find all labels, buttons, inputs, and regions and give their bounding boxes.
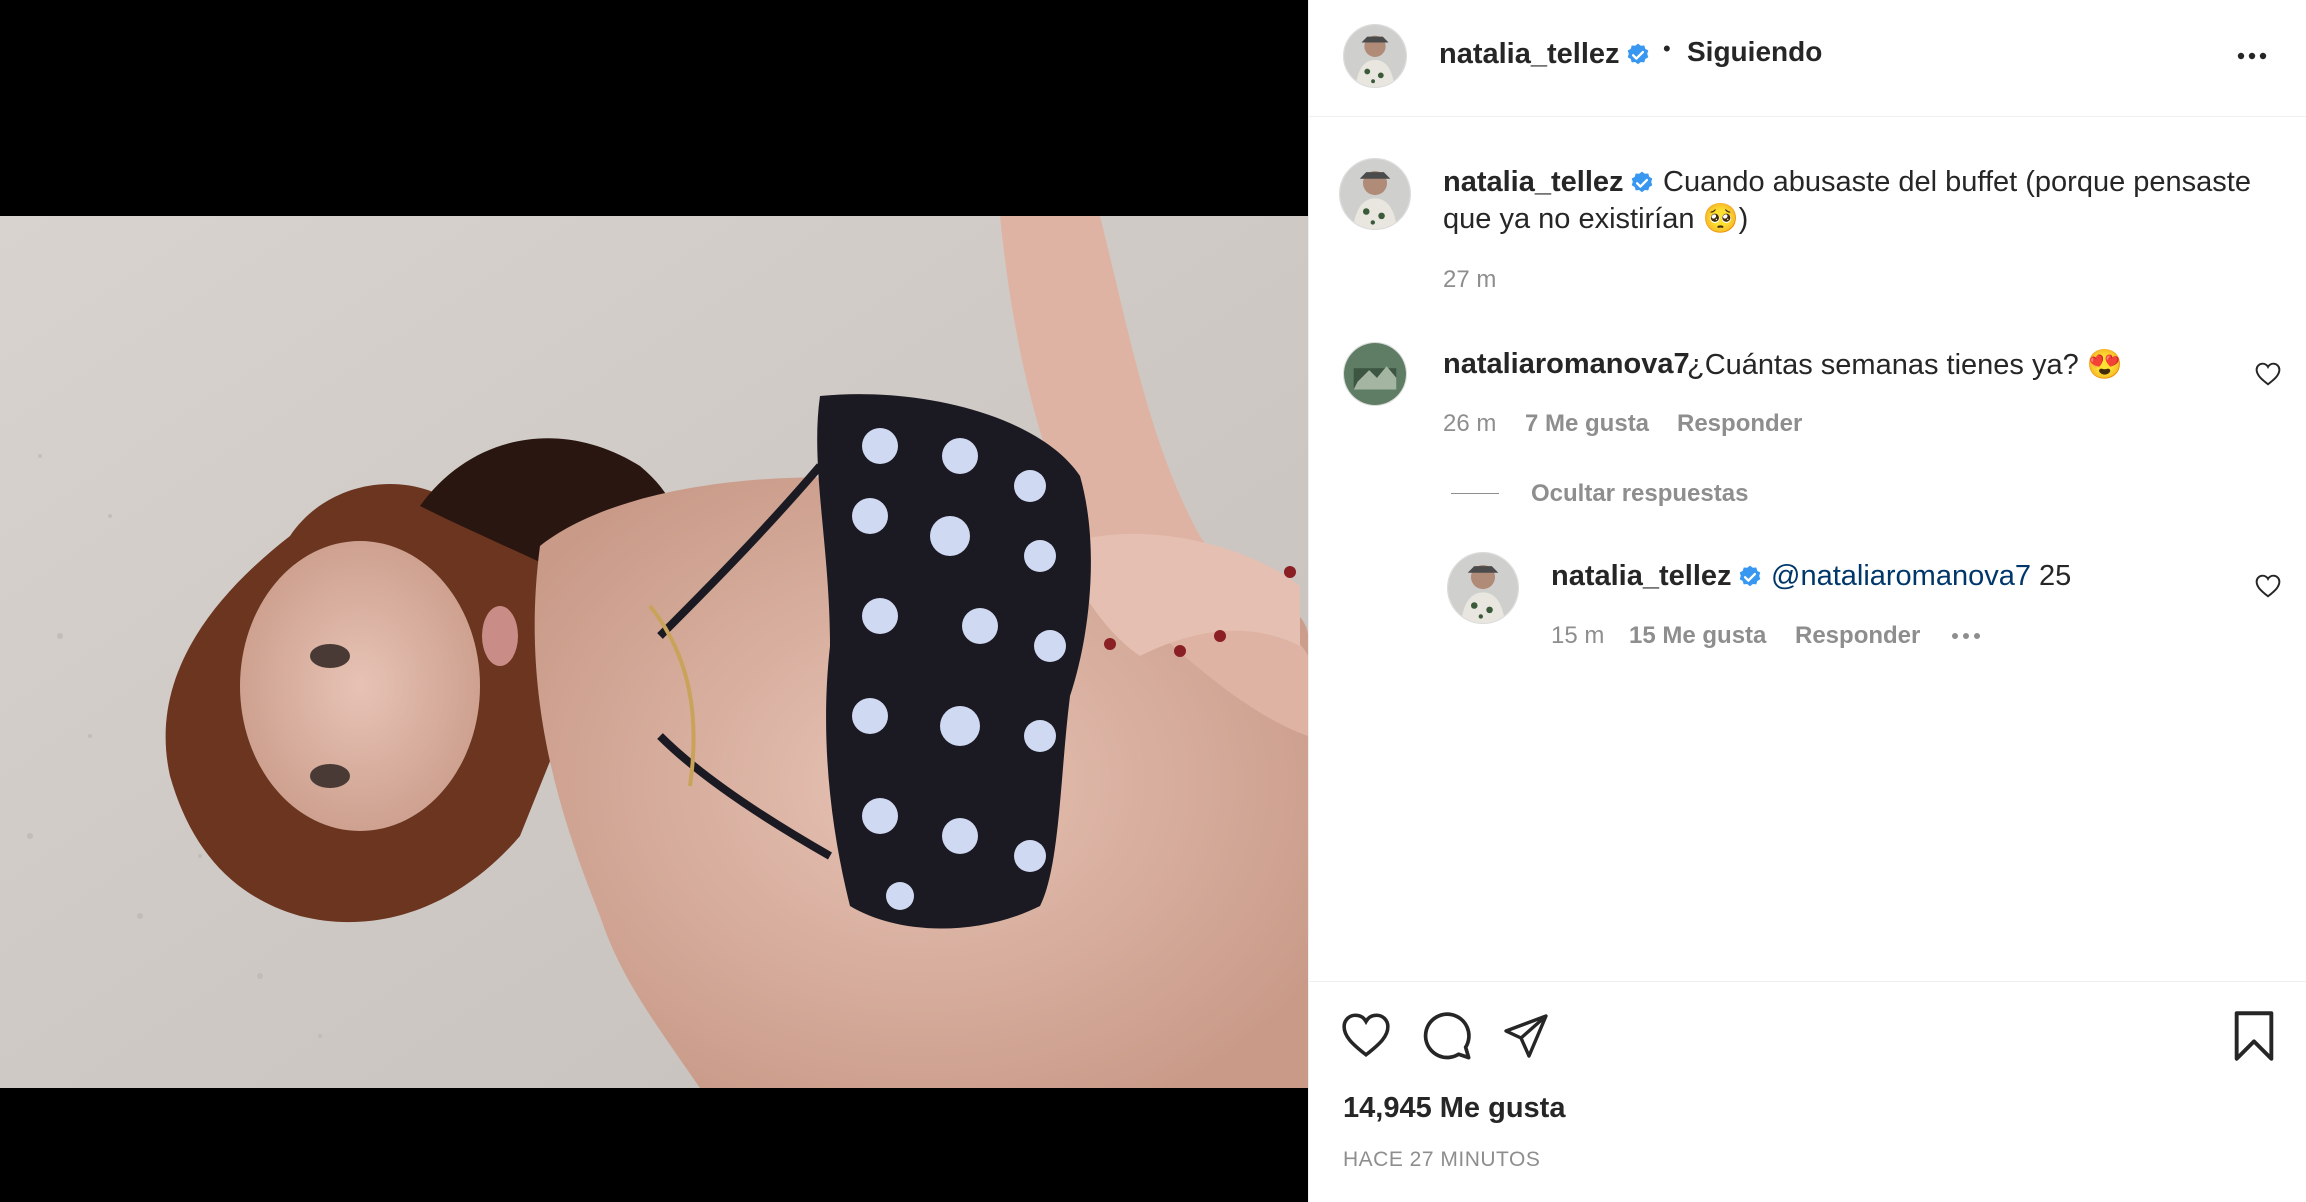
comment-reply-button[interactable]: Responder: [1677, 410, 1802, 438]
comment-likes-label[interactable]: 7 Me gusta: [1525, 410, 1649, 437]
comment-text: ¿Cuántas semanas tienes ya? 😍: [1687, 349, 2123, 381]
reply-text: 25: [2030, 560, 2072, 592]
share-icon[interactable]: [1501, 1012, 1551, 1060]
reply-time[interactable]: 15 m: [1551, 622, 1604, 650]
reply-reply-label[interactable]: Responder: [1795, 622, 1920, 649]
heart-icon[interactable]: [1341, 1012, 1391, 1058]
hide-replies-label[interactable]: Ocultar respuestas: [1531, 480, 1748, 507]
verified-icon: [1631, 171, 1653, 193]
commenter-avatar[interactable]: [1343, 342, 1407, 406]
small-heart-icon[interactable]: [2255, 574, 2281, 598]
comment-likes[interactable]: 7 Me gusta: [1525, 410, 1649, 438]
small-heart-icon[interactable]: [2255, 362, 2281, 386]
reply-likes-label[interactable]: 15 Me gusta: [1629, 622, 1766, 649]
more-options-icon[interactable]: [2235, 44, 2269, 68]
post-timestamp[interactable]: HACE 27 MINUTOS: [1343, 1148, 1540, 1172]
verified-icon: [1627, 43, 1649, 65]
commenter-username[interactable]: nataliaromanova7: [1443, 348, 1690, 381]
post-photo[interactable]: [0, 216, 1308, 1088]
reply-body: @nataliaromanova7 25: [1771, 560, 2071, 593]
following-button[interactable]: Siguiendo: [1687, 36, 1822, 68]
more-options-icon[interactable]: [1949, 628, 1983, 644]
comment-reply-label[interactable]: Responder: [1677, 410, 1802, 437]
verified-icon: [1739, 565, 1761, 587]
caption-avatar[interactable]: [1339, 158, 1411, 230]
caption-text-line2: que ya no existirían 🥺): [1443, 203, 1749, 235]
caption-time[interactable]: 27 m: [1443, 266, 1496, 294]
post-media[interactable]: [0, 0, 1308, 1202]
bookmark-icon[interactable]: [2231, 1010, 2277, 1062]
caption-text: Cuando abusaste del buffet (porque pensa…: [1663, 166, 2251, 198]
replies-toggle-line: [1451, 493, 1499, 494]
hide-replies-button[interactable]: Ocultar respuestas: [1531, 480, 1748, 508]
author-avatar[interactable]: [1343, 24, 1407, 88]
header-separator: •: [1663, 36, 1671, 61]
reply-reply-button[interactable]: Responder: [1795, 622, 1920, 650]
reply-username[interactable]: natalia_tellez: [1551, 560, 1732, 593]
reply-mention[interactable]: @nataliaromanova7: [1771, 560, 2031, 592]
comment-time[interactable]: 26 m: [1443, 410, 1496, 438]
post-side-panel: natalia_tellez • Siguiendo natalia_telle…: [1308, 0, 2306, 1202]
post-actions-footer: 14,945 Me gusta HACE 27 MINUTOS: [1309, 981, 2306, 1202]
author-username[interactable]: natalia_tellez: [1439, 38, 1620, 71]
comment-icon[interactable]: [1421, 1010, 1473, 1062]
caption-username[interactable]: natalia_tellez: [1443, 166, 1624, 199]
reply-avatar[interactable]: [1447, 552, 1519, 624]
like-count[interactable]: 14,945 Me gusta: [1343, 1092, 1565, 1125]
reply-likes[interactable]: 15 Me gusta: [1629, 622, 1766, 650]
post-header: natalia_tellez • Siguiendo: [1309, 0, 2306, 117]
